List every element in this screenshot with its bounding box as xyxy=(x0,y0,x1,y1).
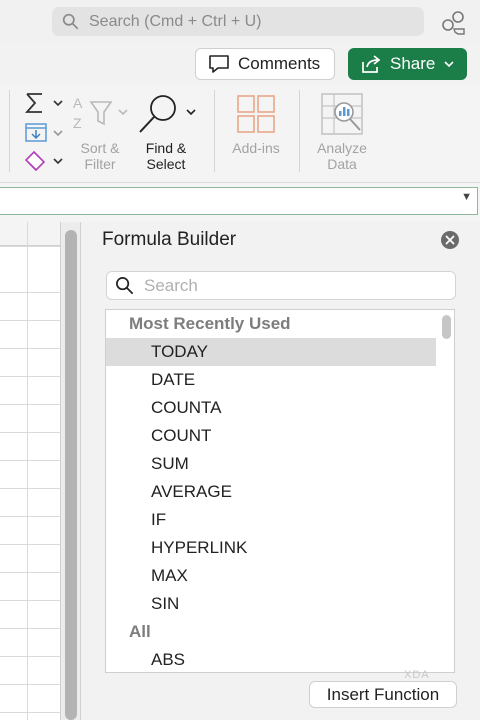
share-label: Share xyxy=(390,54,436,73)
panel-title: Formula Builder xyxy=(102,229,237,250)
analyze-data-icon[interactable] xyxy=(320,92,364,136)
collaboration-icon[interactable] xyxy=(440,9,468,35)
find-select-label-line1: Find & xyxy=(145,140,187,156)
grid-row-line xyxy=(0,516,60,517)
function-search-box[interactable] xyxy=(106,271,456,300)
close-icon[interactable] xyxy=(440,230,460,250)
sort-filter-icon[interactable]: A Z xyxy=(73,94,133,134)
function-item-sin[interactable]: SIN xyxy=(106,590,436,618)
ribbon-separator xyxy=(214,90,215,172)
function-item-if[interactable]: IF xyxy=(106,506,436,534)
function-item-counta[interactable]: COUNTA xyxy=(106,394,436,422)
column-header xyxy=(0,222,60,246)
grid-row-line xyxy=(0,348,60,349)
search-icon xyxy=(116,277,133,294)
sheet-grid[interactable] xyxy=(0,222,80,720)
function-item-abs[interactable]: ABS xyxy=(106,646,436,672)
sort-filter-label-line2: Filter xyxy=(84,156,116,172)
grid-row-line xyxy=(0,684,60,685)
comments-button[interactable]: Comments xyxy=(195,48,335,80)
comment-icon xyxy=(209,55,229,73)
function-item-hyperlink[interactable]: HYPERLINK xyxy=(106,534,436,562)
grid-row-line xyxy=(0,572,60,573)
svg-text:Z: Z xyxy=(73,115,82,131)
action-row: Comments Share xyxy=(0,44,480,84)
addins-label: Add-ins xyxy=(232,140,280,156)
grid-row-line xyxy=(0,544,60,545)
formula-input[interactable] xyxy=(0,187,478,215)
title-bar: Search (Cmd + Ctrl + U) xyxy=(0,0,480,44)
insert-function-button[interactable]: Insert Function xyxy=(309,681,457,708)
function-item-count[interactable]: COUNT xyxy=(106,422,436,450)
autosum-icon[interactable] xyxy=(24,92,68,114)
search-icon xyxy=(62,13,79,30)
formula-dropdown-icon[interactable]: ▼ xyxy=(461,191,472,203)
function-search-input[interactable] xyxy=(144,275,444,296)
search-box[interactable]: Search (Cmd + Ctrl + U) xyxy=(52,7,424,36)
function-item-date[interactable]: DATE xyxy=(106,366,436,394)
function-item-today[interactable]: TODAY xyxy=(106,338,436,366)
watermark-logo: XDA xyxy=(404,669,430,681)
section-header-recent: Most Recently Used xyxy=(129,314,291,333)
grid-row-line xyxy=(0,404,60,405)
share-icon xyxy=(362,55,381,73)
grid-row-line xyxy=(0,628,60,629)
fill-icon[interactable] xyxy=(24,122,68,144)
analyze-data-label: Analyze Data xyxy=(311,140,373,172)
chevron-down-icon[interactable] xyxy=(443,58,455,70)
function-item-sum[interactable]: SUM xyxy=(106,450,436,478)
grid-row-line xyxy=(0,246,60,247)
grid-row-line xyxy=(0,488,60,489)
sort-filter-label-line1: Sort & xyxy=(80,140,120,156)
grid-row-line xyxy=(0,376,60,377)
grid-row-line xyxy=(0,656,60,657)
grid-row-line xyxy=(0,292,60,293)
function-list-scroll-thumb[interactable] xyxy=(442,315,451,339)
formula-builder-panel: Formula Builder Most Recently Used TODAY… xyxy=(80,222,480,720)
ribbon-separator xyxy=(9,90,10,172)
sheet-scroll-thumb[interactable] xyxy=(65,230,77,720)
ribbon-separator xyxy=(299,90,300,172)
sheet-scrollbar[interactable] xyxy=(60,222,80,720)
clear-eraser-icon[interactable] xyxy=(24,150,68,172)
grid-row-line xyxy=(0,712,60,713)
find-select-label[interactable]: Find & Select xyxy=(136,140,196,172)
grid-row-line xyxy=(0,460,60,461)
analyze-data-label-line2: Data xyxy=(327,156,357,172)
share-button[interactable]: Share xyxy=(348,48,467,80)
function-item-average[interactable]: AVERAGE xyxy=(106,478,436,506)
grid-row-line xyxy=(0,600,60,601)
analyze-data-label-line1: Analyze xyxy=(317,140,367,156)
ribbon: A Z Sort & Filter Find & Select Add-ins xyxy=(0,84,480,182)
grid-row-line xyxy=(0,432,60,433)
grid-column-line xyxy=(27,222,28,720)
magnifier-icon[interactable] xyxy=(137,92,199,138)
section-header-all: All xyxy=(129,622,151,641)
formula-bar: ▼ xyxy=(0,182,480,222)
function-list[interactable]: Most Recently Used TODAY DATE COUNTA COU… xyxy=(105,309,455,673)
comments-label: Comments xyxy=(238,54,321,73)
addins-grid-icon[interactable] xyxy=(236,94,276,134)
function-item-max[interactable]: MAX xyxy=(106,562,436,590)
sort-filter-label: Sort & Filter xyxy=(70,140,130,172)
svg-text:A: A xyxy=(73,95,83,111)
search-placeholder: Search (Cmd + Ctrl + U) xyxy=(89,12,262,30)
grid-row-line xyxy=(0,320,60,321)
find-select-label-line2: Select xyxy=(146,156,186,172)
